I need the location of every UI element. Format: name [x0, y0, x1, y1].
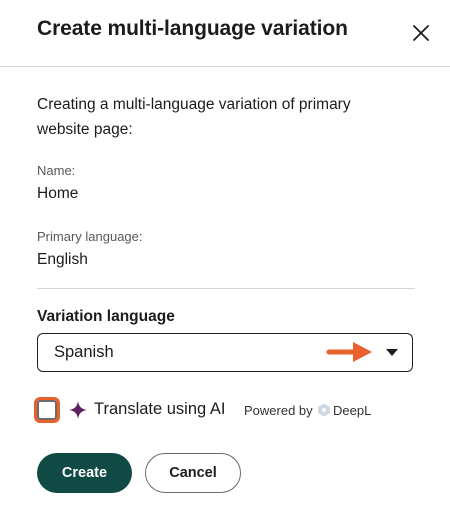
translate-ai-row: Translate using AI Powered by DeepL	[34, 397, 417, 426]
deepl-logo-icon	[318, 403, 330, 417]
variation-language-select[interactable]: Spanish	[37, 333, 413, 372]
dialog-title: Create multi-language variation	[37, 17, 348, 40]
close-button[interactable]	[410, 22, 432, 44]
section-divider	[37, 288, 415, 289]
cancel-button[interactable]: Cancel	[145, 453, 241, 493]
variation-language-value: Spanish	[54, 343, 114, 361]
translate-ai-checkbox[interactable]	[34, 397, 60, 423]
translate-ai-label: Translate using AI	[94, 400, 226, 418]
name-label: Name:	[37, 163, 76, 178]
deepl-provider-name: DeepL	[333, 403, 372, 418]
primary-language-label: Primary language:	[37, 229, 143, 244]
intro-text: Creating a multi-language variation of p…	[37, 96, 351, 138]
close-icon	[413, 25, 429, 41]
primary-language-value: English	[37, 251, 88, 268]
variation-language-label: Variation language	[37, 308, 175, 325]
caret-down-icon[interactable]	[386, 349, 398, 356]
create-button[interactable]: Create	[37, 453, 132, 493]
name-value: Home	[37, 185, 79, 202]
sparkle-icon	[69, 401, 87, 419]
powered-by-text: Powered by	[244, 403, 313, 418]
dialog-header: Create multi-language variation	[0, 0, 450, 67]
create-variation-dialog: Create multi-language variation Creating…	[0, 0, 450, 513]
